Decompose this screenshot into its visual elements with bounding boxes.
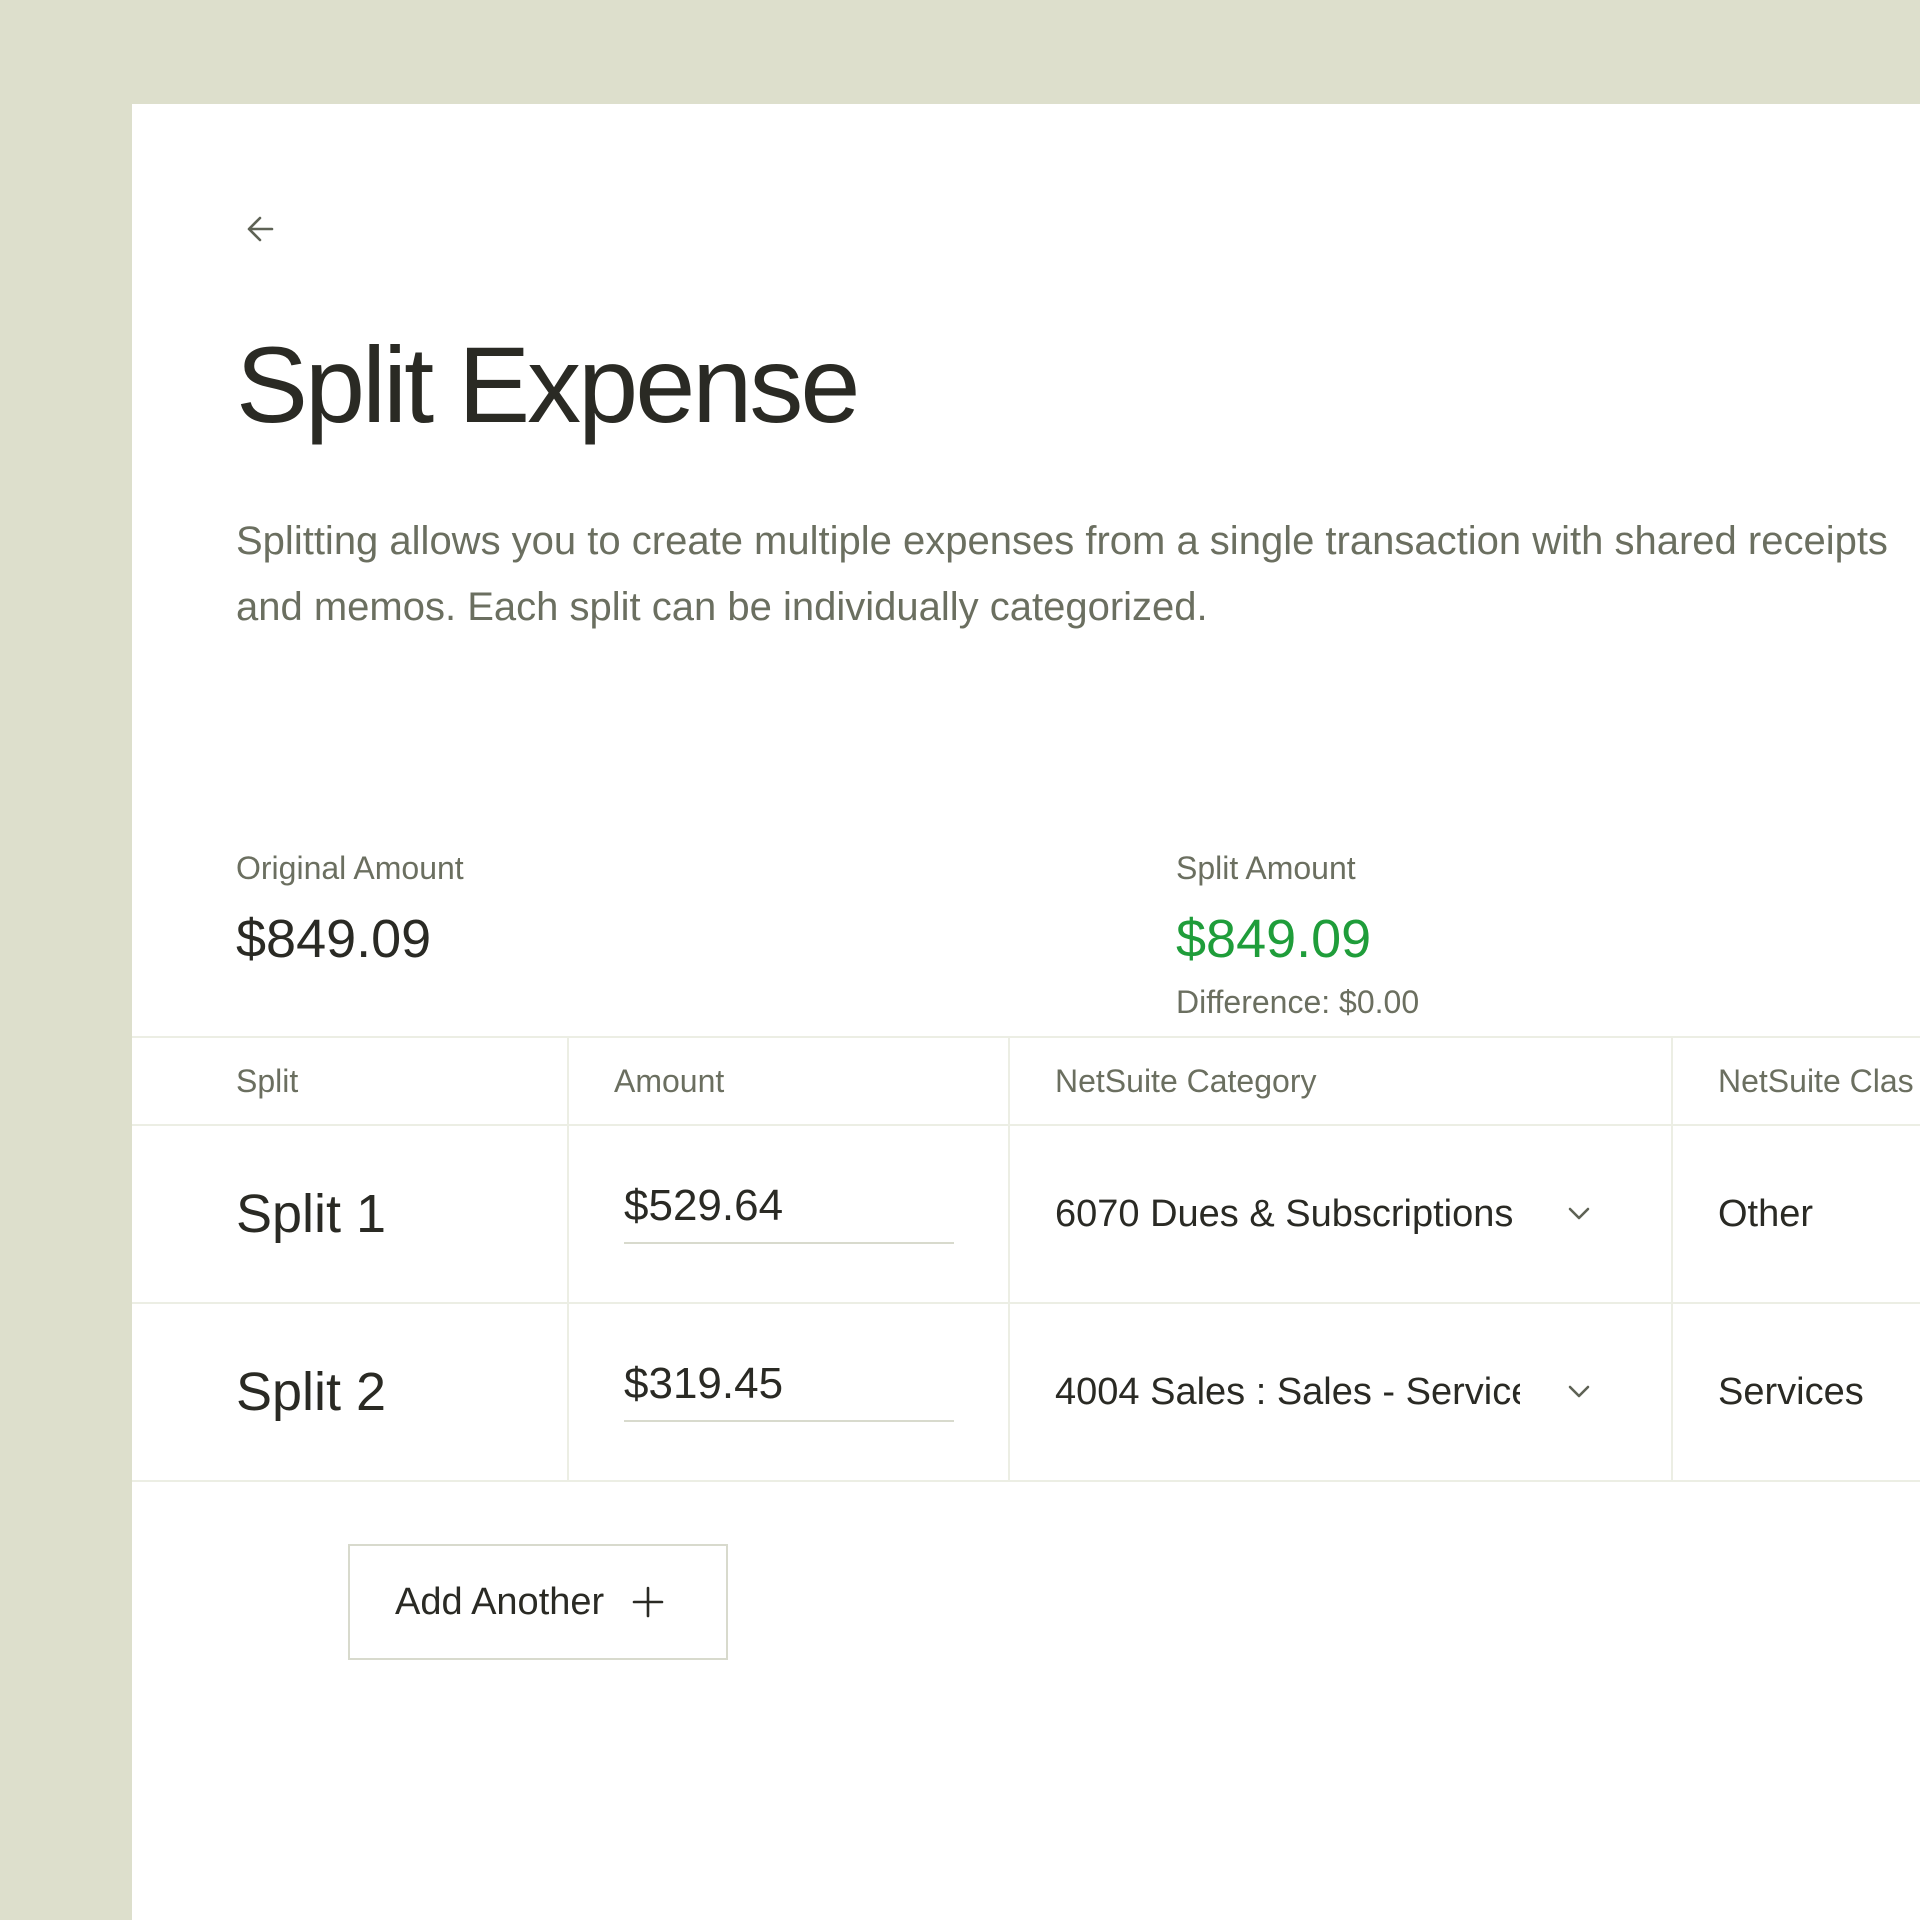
table-header-row: Split Amount NetSuite Category NetSuite … [132,1036,1920,1126]
chevron-down-icon [1568,1385,1590,1398]
back-button[interactable] [236,204,286,254]
class-cell[interactable]: Services [1671,1304,1920,1480]
original-amount-value: $849.09 [236,909,432,969]
amount-input[interactable] [624,1348,954,1422]
category-select[interactable]: 6070 Dues & Subscriptions [1055,1126,1635,1302]
table-row: Split 1 6070 Dues & Subscriptions Other [132,1126,1920,1304]
splits-table: Split Amount NetSuite Category NetSuite … [132,1036,1920,1482]
page-description: Splitting allows you to create multiple … [236,519,1888,629]
add-another-label: Add Another [395,1580,605,1623]
column-header-netsuite-class: NetSuite Clas [1671,1038,1920,1124]
category-select-value: 4004 Sales : Sales - Services [1055,1370,1520,1413]
split-name-cell: Split 1 [132,1126,567,1302]
split-expense-panel: Split Expense Splitting allows you to cr… [132,104,1920,1920]
amount-cell [567,1126,1008,1302]
split-amount-label: Split Amount [1176,850,1356,886]
table-row: Split 2 4004 Sales : Sales - Services Se… [132,1304,1920,1482]
split-name: Split 2 [236,1362,387,1422]
column-header-netsuite-category: NetSuite Category [1008,1038,1671,1124]
column-header-split: Split [236,1062,299,1099]
split-amount-value: $849.09 [1176,909,1372,969]
category-select-value: 6070 Dues & Subscriptions [1055,1192,1514,1235]
amount-cell [567,1304,1008,1480]
amount-input[interactable] [624,1170,954,1244]
arrow-left-icon [247,216,274,242]
add-another-button[interactable]: Add Another [348,1544,728,1660]
original-amount-label: Original Amount [236,850,464,886]
category-cell: 6070 Dues & Subscriptions [1008,1126,1671,1302]
category-cell: 4004 Sales : Sales - Services [1008,1304,1671,1480]
class-value: Services [1718,1370,1864,1413]
plus-icon [632,1586,664,1618]
chevron-down-icon [1568,1207,1590,1220]
category-select[interactable]: 4004 Sales : Sales - Services [1055,1304,1635,1480]
class-value: Other [1718,1192,1814,1235]
column-header-amount: Amount [567,1038,1008,1124]
split-name: Split 1 [236,1184,387,1244]
split-name-cell: Split 2 [132,1304,567,1480]
class-cell[interactable]: Other [1671,1126,1920,1302]
page-title: Split Expense [236,324,860,445]
difference-text: Difference: $0.00 [1176,984,1420,1020]
